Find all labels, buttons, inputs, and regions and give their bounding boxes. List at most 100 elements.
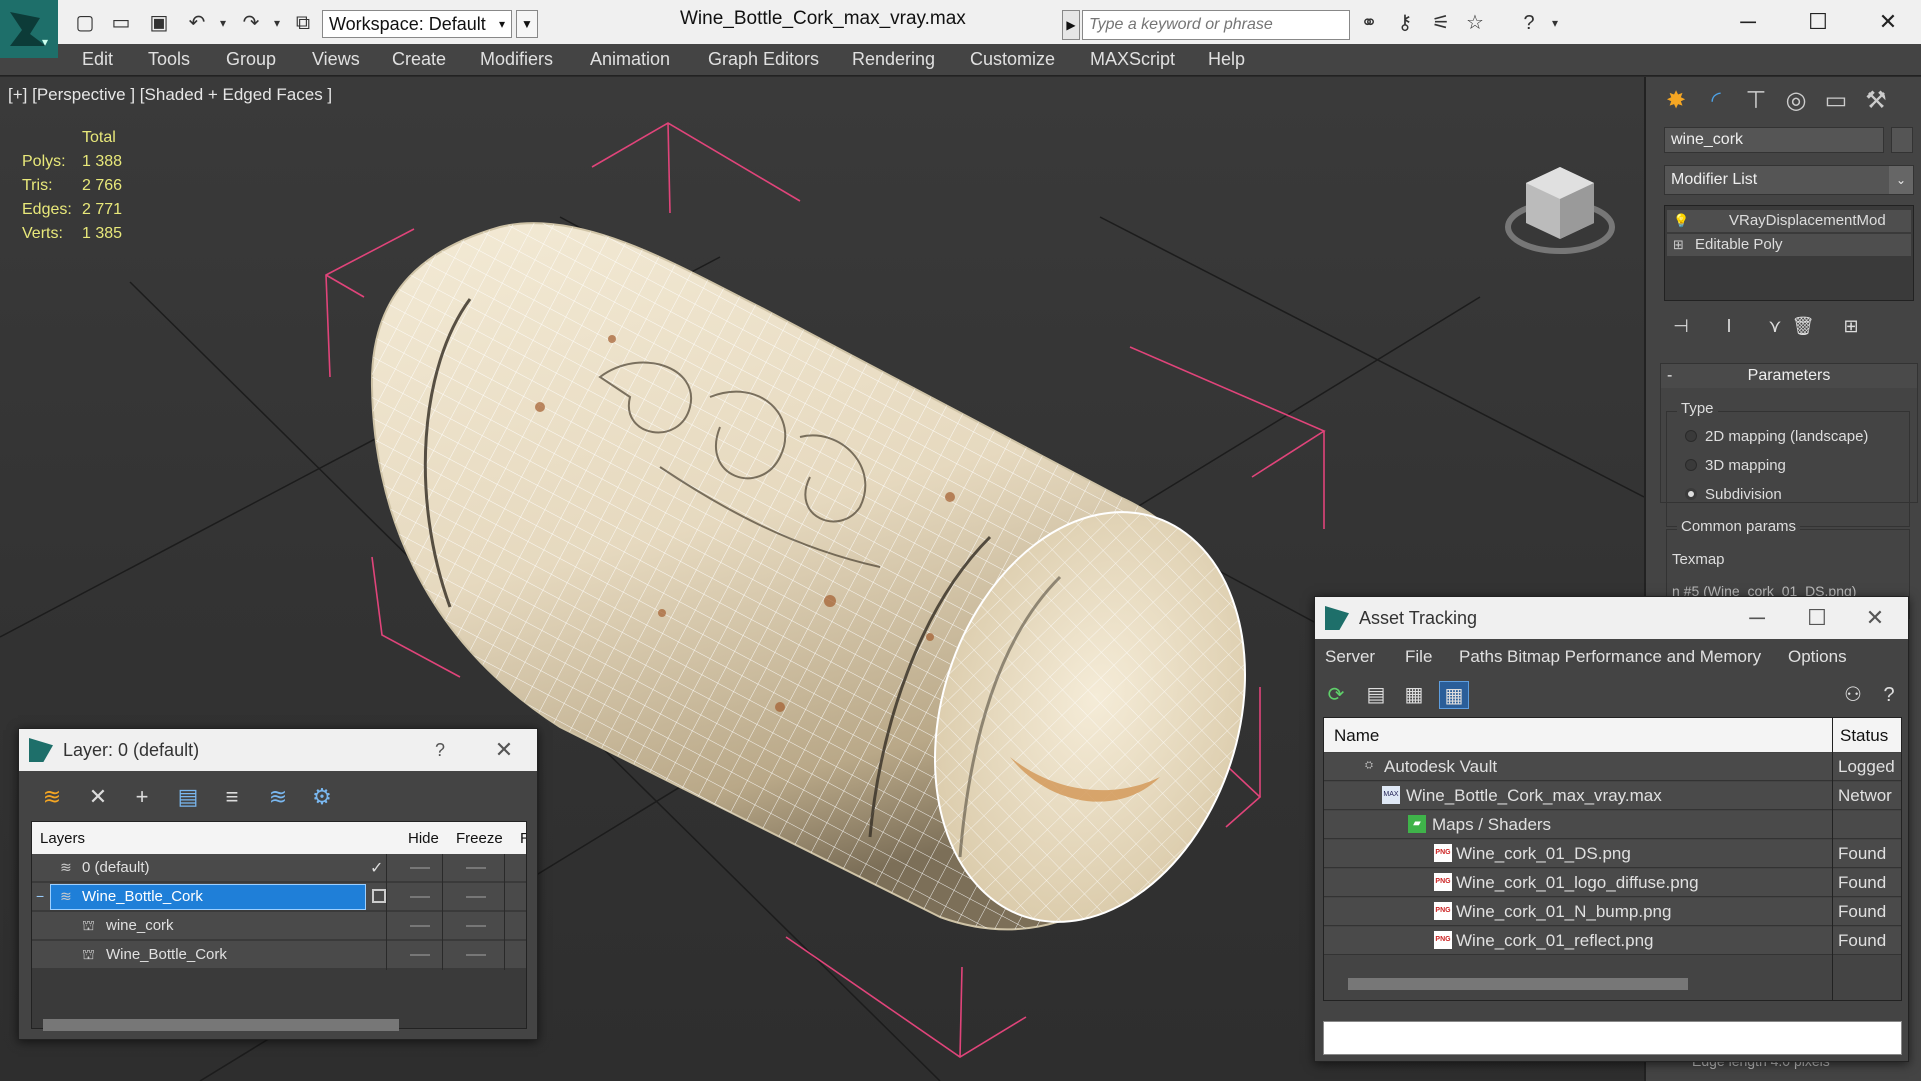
col-header-layers[interactable]: Layers bbox=[40, 830, 85, 847]
layer-row-default[interactable]: ≋ 0 (default) ✓ bbox=[32, 854, 526, 882]
radio-2d-mapping[interactable]: 2D mapping (landscape) bbox=[1685, 428, 1868, 445]
layer-settings-icon[interactable]: ⚙ bbox=[307, 783, 337, 811]
menu-create[interactable]: Create bbox=[392, 49, 446, 70]
refresh-icon[interactable]: ⟳ bbox=[1321, 681, 1351, 709]
expand-plus-icon[interactable]: ⊞ bbox=[1673, 234, 1689, 256]
stack-item-vray-displacement[interactable]: 💡 VRayDisplacementMod bbox=[1667, 210, 1911, 232]
layer-row-wine-bottle-cork[interactable]: − ≋ Wine_Bottle_Cork bbox=[32, 883, 526, 911]
search-expand-icon[interactable]: ▶ bbox=[1062, 10, 1080, 40]
make-current-box-icon[interactable] bbox=[372, 889, 386, 903]
search-input[interactable] bbox=[1082, 10, 1350, 40]
maximize-icon[interactable]: ☐ bbox=[1794, 597, 1840, 639]
current-layer-check-icon[interactable]: ✓ bbox=[370, 858, 383, 878]
asset-row-texture[interactable]: PNG Wine_cork_01_DS.png Found bbox=[1324, 840, 1901, 868]
menu-file[interactable]: File bbox=[1405, 647, 1432, 667]
hide-toggle[interactable] bbox=[410, 896, 430, 898]
open-folder-icon[interactable]: ▭ bbox=[108, 10, 134, 36]
display-tab-icon[interactable]: ▭ bbox=[1818, 83, 1854, 119]
freeze-toggle[interactable] bbox=[466, 925, 486, 927]
help-icon[interactable]: ? bbox=[1516, 10, 1542, 36]
horizontal-scrollbar[interactable] bbox=[43, 1019, 399, 1031]
remove-modifier-icon[interactable]: 🗑 bbox=[1790, 313, 1816, 339]
help-dropdown-icon[interactable]: ▾ bbox=[1542, 10, 1568, 36]
undo-dropdown-icon[interactable]: ▾ bbox=[210, 10, 236, 36]
help-icon[interactable]: ? bbox=[417, 729, 463, 771]
viewport-label[interactable]: [+] [Perspective ] [Shaded + Edged Faces… bbox=[8, 85, 332, 105]
rollout-header[interactable]: - Parameters bbox=[1661, 364, 1917, 388]
col-header-hide[interactable]: Hide bbox=[408, 830, 439, 847]
close-icon[interactable]: ✕ bbox=[481, 729, 527, 771]
new-file-icon[interactable]: ▢ bbox=[72, 10, 98, 36]
layer-panel-titlebar[interactable]: Layer: 0 (default) ? ✕ bbox=[19, 729, 537, 771]
hide-toggle[interactable] bbox=[410, 925, 430, 927]
menu-animation[interactable]: Animation bbox=[590, 49, 670, 70]
menu-edit[interactable]: Edit bbox=[82, 49, 113, 70]
list-view-icon[interactable]: ▤ bbox=[1361, 681, 1391, 709]
menu-server[interactable]: Server bbox=[1325, 647, 1375, 667]
workspace-selector[interactable]: Workspace: Default ▾ bbox=[322, 10, 512, 38]
thumbnail-view-icon[interactable]: ▦ bbox=[1399, 681, 1429, 709]
asset-status-field[interactable] bbox=[1323, 1021, 1902, 1055]
delete-layer-icon[interactable]: ✕ bbox=[83, 783, 113, 811]
minimize-icon[interactable]: ─ bbox=[1728, 6, 1768, 38]
table-view-icon[interactable]: ▦ bbox=[1439, 681, 1469, 709]
lightbulb-icon[interactable]: 💡 bbox=[1673, 210, 1689, 232]
new-layer-icon[interactable]: ≋ bbox=[37, 783, 67, 811]
redo-dropdown-icon[interactable]: ▾ bbox=[264, 10, 290, 36]
col-header-name[interactable]: Name bbox=[1334, 726, 1379, 746]
close-icon[interactable]: ✕ bbox=[1852, 597, 1898, 639]
help-icon[interactable]: ? bbox=[1874, 681, 1904, 709]
menu-paths[interactable]: Paths bbox=[1459, 647, 1502, 667]
pin-stack-icon[interactable]: ⊣ bbox=[1668, 313, 1694, 339]
binoculars-icon[interactable]: ⚭ bbox=[1356, 10, 1382, 36]
menu-maxscript[interactable]: MAXScript bbox=[1090, 49, 1175, 70]
hide-toggle[interactable] bbox=[410, 954, 430, 956]
menu-tools[interactable]: Tools bbox=[148, 49, 190, 70]
hide-toggle[interactable] bbox=[410, 867, 430, 869]
undo-icon[interactable]: ↶ bbox=[184, 10, 210, 36]
make-current-layer-icon[interactable]: ≋ bbox=[263, 783, 293, 811]
object-name-field[interactable] bbox=[1664, 127, 1884, 153]
select-objects-icon[interactable]: ▤ bbox=[173, 783, 203, 811]
col-header-freeze[interactable]: Freeze bbox=[456, 830, 503, 847]
vault-login-icon[interactable]: ⚇ bbox=[1838, 681, 1868, 709]
create-tab-icon[interactable]: ✸ bbox=[1658, 83, 1694, 119]
layer-row-wine-cork[interactable]: ⛫ wine_cork bbox=[32, 912, 526, 940]
utilities-tab-icon[interactable]: ⚒ bbox=[1858, 83, 1894, 119]
asset-row-texture[interactable]: PNG Wine_cork_01_logo_diffuse.png Found bbox=[1324, 869, 1901, 897]
redo-icon[interactable]: ↷ bbox=[238, 10, 264, 36]
make-unique-icon[interactable]: ⋎ bbox=[1762, 313, 1788, 339]
layer-row-wine-bottle-cork-object[interactable]: ⛫ Wine_Bottle_Cork bbox=[32, 941, 526, 969]
configure-sets-icon[interactable]: ⊞ bbox=[1838, 313, 1864, 339]
menu-rendering[interactable]: Rendering bbox=[852, 49, 935, 70]
maximize-icon[interactable]: ☐ bbox=[1798, 6, 1838, 38]
sign-in-icon[interactable]: ⚷ bbox=[1392, 10, 1418, 36]
freeze-toggle[interactable] bbox=[466, 896, 486, 898]
modifier-list-dropdown[interactable]: Modifier List ⌄ bbox=[1664, 165, 1914, 195]
col-header-render[interactable]: R bbox=[520, 830, 526, 847]
object-color-swatch[interactable] bbox=[1891, 127, 1913, 153]
menu-options[interactable]: Options bbox=[1788, 647, 1847, 667]
highlight-selected-icon[interactable]: ≡ bbox=[217, 783, 247, 811]
asset-row-texture[interactable]: PNG Wine_cork_01_N_bump.png Found bbox=[1324, 898, 1901, 926]
collapse-icon[interactable]: − bbox=[36, 888, 44, 904]
favorites-star-icon[interactable]: ☆ bbox=[1462, 10, 1488, 36]
radio-subdivision[interactable]: Subdivision bbox=[1685, 486, 1782, 503]
menu-group[interactable]: Group bbox=[226, 49, 276, 70]
horizontal-scrollbar[interactable] bbox=[1348, 978, 1688, 990]
asset-panel-titlebar[interactable]: Asset Tracking ─ ☐ ✕ bbox=[1315, 597, 1908, 639]
asset-row-max-file[interactable]: MAX Wine_Bottle_Cork_max_vray.max Networ bbox=[1324, 782, 1901, 810]
menu-bitmap-performance[interactable]: Bitmap Performance and Memory bbox=[1507, 647, 1761, 667]
minimize-icon[interactable]: ─ bbox=[1734, 597, 1780, 639]
hierarchy-tab-icon[interactable]: ⊤ bbox=[1738, 83, 1774, 119]
project-folder-icon[interactable]: ⧉ bbox=[290, 10, 316, 36]
menu-help[interactable]: Help bbox=[1208, 49, 1245, 70]
menu-views[interactable]: Views bbox=[312, 49, 360, 70]
show-end-result-icon[interactable]: I bbox=[1716, 313, 1742, 339]
app-logo[interactable]: ▾ bbox=[0, 0, 58, 58]
close-icon[interactable]: ✕ bbox=[1868, 6, 1908, 38]
communication-icon[interactable]: ⚟ bbox=[1428, 10, 1454, 36]
asset-row-vault[interactable]: ⛭ Autodesk Vault Logged bbox=[1324, 753, 1901, 781]
modify-tab-icon[interactable]: ◜ bbox=[1698, 83, 1734, 119]
freeze-toggle[interactable] bbox=[466, 954, 486, 956]
